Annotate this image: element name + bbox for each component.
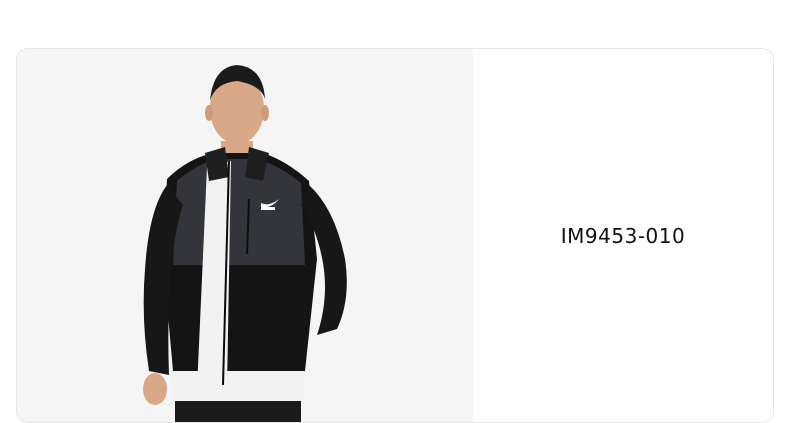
- product-card[interactable]: IM9453-010: [16, 48, 774, 423]
- product-photo-jacket: [143, 65, 347, 422]
- product-info: IM9453-010: [473, 49, 773, 422]
- product-code: IM9453-010: [560, 223, 686, 248]
- product-image[interactable]: [17, 49, 473, 422]
